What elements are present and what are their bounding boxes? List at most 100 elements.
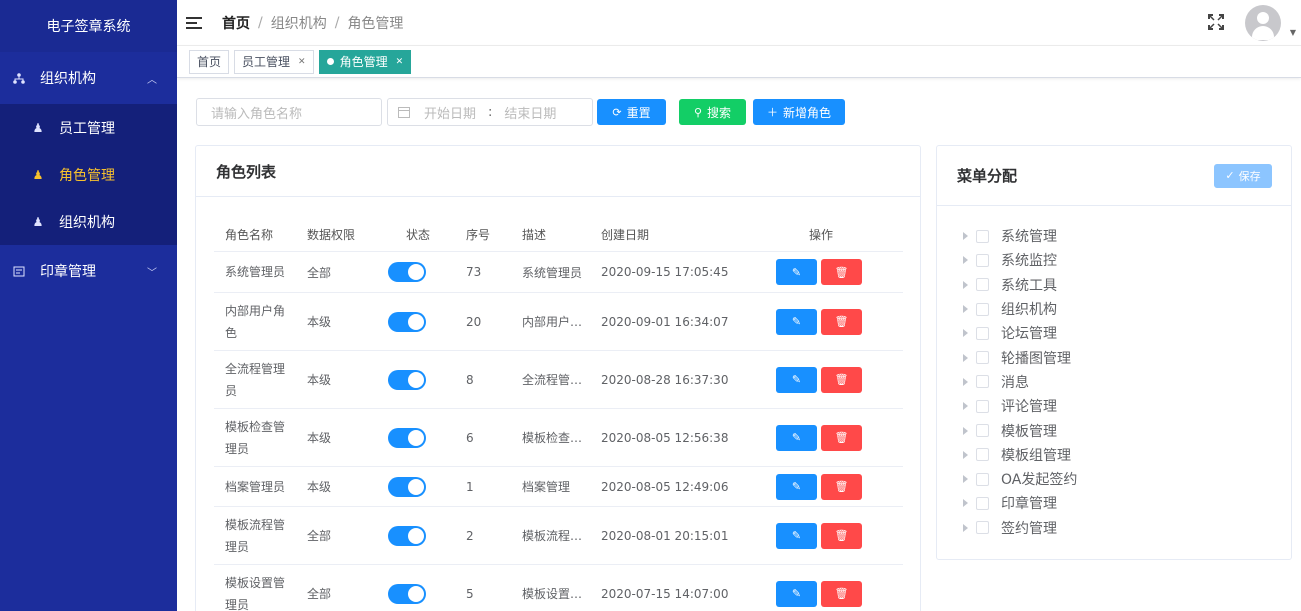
ops-cell: ✎ 🗑︎ [776, 580, 866, 607]
trash-icon: 🗑︎ [834, 480, 849, 493]
sidebar-item-roles[interactable]: ♟ 角色管理 [0, 151, 177, 198]
col-header: 序号 [466, 228, 491, 242]
created-date-cell: 2020-07-15 14:07:00 [601, 586, 729, 601]
start-date-input[interactable]: 开始日期 [424, 103, 476, 122]
tree-node[interactable]: 系统工具 [963, 273, 1077, 297]
tree-node[interactable]: 系统监控 [963, 248, 1077, 272]
edit-button[interactable]: ✎ [776, 366, 817, 393]
caret-right-icon[interactable] [963, 353, 968, 362]
edit-button[interactable]: ✎ [776, 473, 817, 500]
search-button[interactable]: ⚲ 搜索 [679, 99, 746, 125]
tree-node-label: 模板管理 [1001, 423, 1057, 440]
seq-cell: 2 [466, 528, 474, 543]
tree-node[interactable]: 评论管理 [963, 394, 1077, 418]
tree-node[interactable]: 论坛管理 [963, 321, 1077, 345]
pencil-icon: ✎ [791, 587, 802, 600]
tree-checkbox[interactable] [976, 521, 989, 535]
tree-node[interactable]: 消息 [963, 370, 1077, 394]
date-range-picker[interactable]: 开始日期 : 结束日期 [387, 98, 593, 126]
tab-employees[interactable]: 员工管理 ✕ [234, 49, 314, 74]
edit-button[interactable]: ✎ [776, 580, 817, 607]
tree-checkbox[interactable] [976, 326, 989, 340]
caret-right-icon[interactable] [963, 280, 968, 289]
tree-node-label: 签约管理 [1001, 520, 1057, 537]
tree-node[interactable]: 模板组管理 [963, 443, 1077, 467]
tree-node-label: 系统管理 [1001, 229, 1057, 246]
status-toggle[interactable] [388, 476, 426, 497]
tree-checkbox[interactable] [976, 375, 989, 389]
caret-right-icon[interactable] [963, 232, 968, 241]
sidebar-item-employees[interactable]: ♟ 员工管理 [0, 104, 177, 151]
tree-checkbox[interactable] [976, 351, 989, 365]
delete-button[interactable]: 🗑︎ [821, 259, 862, 285]
tree-checkbox[interactable] [976, 253, 989, 267]
edit-button[interactable]: ✎ [776, 522, 817, 549]
close-icon[interactable]: ✕ [298, 57, 306, 67]
status-toggle[interactable] [388, 311, 426, 332]
tab-home[interactable]: 首页 [189, 49, 230, 74]
sidebar-group-org[interactable]: 组织机构 ︿ [0, 52, 177, 104]
caret-right-icon[interactable] [963, 329, 968, 338]
caret-right-icon[interactable] [963, 499, 968, 508]
breadcrumb-home[interactable]: 首页 [222, 13, 250, 33]
fullscreen-icon[interactable] [1208, 14, 1224, 30]
tree-checkbox[interactable] [976, 278, 989, 292]
seq-cell: 20 [466, 314, 482, 329]
tree-node[interactable]: 模板管理 [963, 418, 1077, 442]
tree-checkbox[interactable] [976, 302, 989, 316]
caret-right-icon[interactable] [963, 256, 968, 265]
tree-checkbox[interactable] [976, 448, 989, 462]
menu-assign-title: 菜单分配 [957, 167, 1018, 185]
caret-right-icon[interactable] [963, 450, 968, 459]
save-button[interactable]: ✓ 保存 [1214, 163, 1272, 188]
status-toggle[interactable] [388, 583, 426, 604]
calendar-icon [398, 106, 410, 118]
close-icon[interactable]: ✕ [396, 57, 404, 67]
tree-checkbox[interactable] [976, 472, 989, 486]
tree-node[interactable]: 系统管理 [963, 224, 1077, 248]
caret-right-icon[interactable] [963, 475, 968, 484]
tab-roles[interactable]: 角色管理 ✕ [318, 49, 412, 74]
tree-node[interactable]: 轮播图管理 [963, 345, 1077, 369]
caret-right-icon[interactable] [963, 402, 968, 411]
tree-node[interactable]: 组织机构 [963, 297, 1077, 321]
status-toggle[interactable] [388, 525, 426, 546]
hamburger-icon[interactable] [186, 16, 202, 29]
status-toggle[interactable] [388, 369, 426, 390]
tags-view: 首页 员工管理 ✕ 角色管理 ✕ [177, 46, 1301, 78]
tree-checkbox[interactable] [976, 424, 989, 438]
status-toggle[interactable] [388, 262, 426, 282]
delete-button[interactable]: 🗑︎ [821, 522, 862, 549]
role-name-input[interactable]: 请输入角色名称 [196, 98, 382, 126]
tree-node[interactable]: 印章管理 [963, 491, 1077, 515]
edit-button[interactable]: ✎ [776, 424, 817, 451]
tree-checkbox[interactable] [976, 399, 989, 413]
tree-checkbox[interactable] [976, 496, 989, 510]
caret-right-icon[interactable] [963, 426, 968, 435]
avatar[interactable] [1245, 5, 1281, 41]
end-date-input[interactable]: 结束日期 [504, 103, 556, 122]
tree-node[interactable]: OA发起签约 [963, 467, 1077, 491]
caret-down-icon[interactable]: ▼ [1290, 28, 1296, 37]
delete-button[interactable]: 🗑︎ [821, 580, 862, 607]
sidebar-group-seal[interactable]: 印章管理 ﹀ [0, 245, 177, 297]
check-icon: ✓ [1225, 169, 1235, 182]
caret-right-icon[interactable] [963, 523, 968, 532]
edit-button[interactable]: ✎ [776, 308, 817, 335]
reset-button[interactable]: ⟳ 重置 [597, 99, 666, 125]
delete-button[interactable]: 🗑︎ [821, 424, 862, 451]
edit-button[interactable]: ✎ [776, 259, 817, 285]
tree-checkbox[interactable] [976, 229, 989, 243]
status-cell [388, 311, 448, 332]
tree-node[interactable]: 签约管理 [963, 516, 1077, 540]
sidebar-item-org[interactable]: ♟ 组织机构 [0, 198, 177, 245]
status-toggle[interactable] [388, 427, 426, 448]
delete-button[interactable]: 🗑︎ [821, 308, 862, 335]
delete-button[interactable]: 🗑︎ [821, 473, 862, 500]
submenu-org: ♟ 员工管理 ♟ 角色管理 ♟ 组织机构 [0, 104, 177, 245]
caret-right-icon[interactable] [963, 377, 968, 386]
delete-button[interactable]: 🗑︎ [821, 366, 862, 393]
add-role-button[interactable]: ＋ 新增角色 [753, 99, 845, 125]
caret-right-icon[interactable] [963, 305, 968, 314]
seq-cell: 8 [466, 372, 474, 387]
